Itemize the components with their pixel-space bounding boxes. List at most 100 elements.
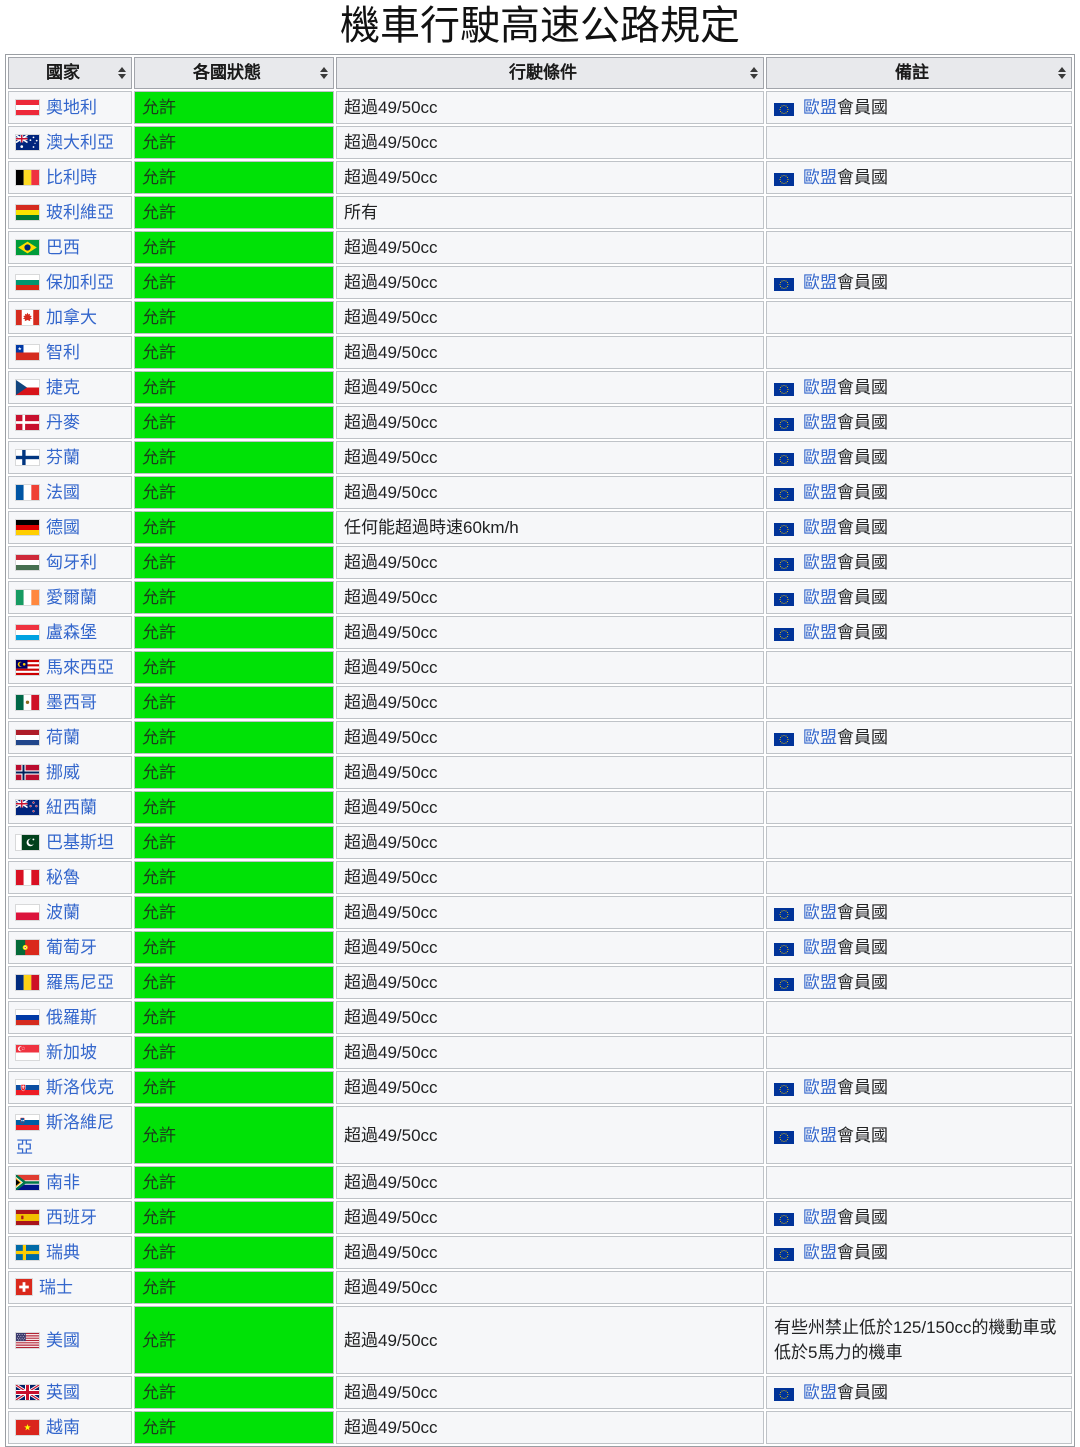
sort-icon[interactable] (750, 67, 758, 79)
country-link[interactable]: 新加坡 (46, 1043, 97, 1062)
country-link[interactable]: 加拿大 (46, 308, 97, 327)
note-cell (766, 126, 1072, 159)
eu-link[interactable]: 歐盟 (803, 588, 837, 607)
country-cell: 羅馬尼亞 (8, 966, 132, 999)
condition-cell: 超過49/50cc (336, 546, 764, 579)
condition-cell: 超過49/50cc (336, 1376, 764, 1409)
country-link[interactable]: 馬來西亞 (46, 658, 114, 677)
eu-flag-icon (774, 908, 796, 921)
country-link[interactable]: 美國 (46, 1331, 80, 1350)
country-link[interactable]: 羅馬尼亞 (46, 973, 114, 992)
country-link[interactable]: 捷克 (46, 378, 80, 397)
country-link[interactable]: 澳大利亞 (46, 133, 114, 152)
eu-note-suffix: 會員國 (837, 553, 888, 572)
country-cell: 芬蘭 (8, 441, 132, 474)
country-link[interactable]: 墨西哥 (46, 693, 97, 712)
country-link[interactable]: 葡萄牙 (46, 938, 97, 957)
eu-link[interactable]: 歐盟 (803, 1243, 837, 1262)
country-link[interactable]: 越南 (46, 1418, 80, 1437)
note-cell: 歐盟會員國 (766, 581, 1072, 614)
note-cell: 歐盟會員國 (766, 371, 1072, 404)
eu-link[interactable]: 歐盟 (803, 553, 837, 572)
eu-link[interactable]: 歐盟 (803, 448, 837, 467)
condition-cell: 超過49/50cc (336, 126, 764, 159)
eu-link[interactable]: 歐盟 (803, 1383, 837, 1402)
country-link[interactable]: 荷蘭 (46, 728, 80, 747)
country-link[interactable]: 英國 (46, 1383, 80, 1402)
country-cell: 斯洛伐克 (8, 1071, 132, 1104)
eu-link[interactable]: 歐盟 (803, 623, 837, 642)
eu-link[interactable]: 歐盟 (803, 973, 837, 992)
country-link[interactable]: 南非 (46, 1173, 80, 1192)
country-link[interactable]: 斯洛伐克 (46, 1078, 114, 1097)
country-link[interactable]: 玻利維亞 (46, 203, 114, 222)
eu-flag-icon (774, 593, 796, 606)
country-link[interactable]: 愛爾蘭 (46, 588, 97, 607)
eu-link[interactable]: 歐盟 (803, 98, 837, 117)
country-cell: 越南 (8, 1411, 132, 1444)
country-link[interactable]: 瑞典 (46, 1243, 80, 1262)
eu-note-suffix: 會員國 (837, 448, 888, 467)
country-link[interactable]: 奧地利 (46, 98, 97, 117)
sort-icon[interactable] (320, 67, 328, 79)
country-link[interactable]: 瑞士 (39, 1278, 73, 1297)
country-link[interactable]: 德國 (46, 518, 80, 537)
flag-fi-icon (16, 450, 39, 465)
header-country[interactable]: 國家 (8, 57, 132, 89)
header-status[interactable]: 各國狀態 (134, 57, 334, 89)
header-remarks[interactable]: 備註 (766, 57, 1072, 89)
country-link[interactable]: 盧森堡 (46, 623, 97, 642)
country-link[interactable]: 挪威 (46, 763, 80, 782)
country-link[interactable]: 保加利亞 (46, 273, 114, 292)
status-cell: 允許 (134, 791, 334, 824)
eu-link[interactable]: 歐盟 (803, 378, 837, 397)
eu-link[interactable]: 歐盟 (803, 728, 837, 747)
eu-link[interactable]: 歐盟 (803, 168, 837, 187)
eu-link[interactable]: 歐盟 (803, 1208, 837, 1227)
country-cell: 保加利亞 (8, 266, 132, 299)
status-cell: 允許 (134, 546, 334, 579)
table-row: 芬蘭允許超過49/50cc歐盟會員國 (8, 441, 1072, 474)
country-link[interactable]: 智利 (46, 343, 80, 362)
country-cell: 新加坡 (8, 1036, 132, 1069)
status-cell: 允許 (134, 511, 334, 544)
country-link[interactable]: 法國 (46, 483, 80, 502)
table-row: 玻利維亞允許所有 (8, 196, 1072, 229)
condition-cell: 超過49/50cc (336, 1036, 764, 1069)
country-link[interactable]: 俄羅斯 (46, 1008, 97, 1027)
condition-cell: 超過49/50cc (336, 966, 764, 999)
eu-note-suffix: 會員國 (837, 1208, 888, 1227)
sort-icon[interactable] (118, 67, 126, 79)
eu-flag-icon (774, 488, 796, 501)
country-link[interactable]: 波蘭 (46, 903, 80, 922)
note-cell (766, 651, 1072, 684)
country-link[interactable]: 匈牙利 (46, 553, 97, 572)
country-cell: 加拿大 (8, 301, 132, 334)
country-link[interactable]: 紐西蘭 (46, 798, 97, 817)
eu-link[interactable]: 歐盟 (803, 518, 837, 537)
country-link[interactable]: 巴基斯坦 (46, 833, 114, 852)
table-row: 新加坡允許超過49/50cc (8, 1036, 1072, 1069)
sort-icon[interactable] (1058, 67, 1066, 79)
country-link[interactable]: 巴西 (46, 238, 80, 257)
eu-flag-icon (774, 173, 796, 186)
country-link[interactable]: 西班牙 (46, 1208, 97, 1227)
eu-link[interactable]: 歐盟 (803, 1126, 837, 1145)
header-condition[interactable]: 行駛條件 (336, 57, 764, 89)
country-link[interactable]: 丹麥 (46, 413, 80, 432)
eu-flag-icon (774, 1388, 796, 1401)
flag-cl-icon (16, 345, 39, 360)
eu-link[interactable]: 歐盟 (803, 938, 837, 957)
status-cell: 允許 (134, 371, 334, 404)
note-cell (766, 1001, 1072, 1034)
eu-link[interactable]: 歐盟 (803, 1078, 837, 1097)
country-cell: 西班牙 (8, 1201, 132, 1234)
country-link[interactable]: 芬蘭 (46, 448, 80, 467)
eu-link[interactable]: 歐盟 (803, 413, 837, 432)
country-link[interactable]: 秘魯 (46, 868, 80, 887)
country-link[interactable]: 比利時 (46, 168, 97, 187)
eu-link[interactable]: 歐盟 (803, 903, 837, 922)
eu-flag-icon (774, 523, 796, 536)
eu-link[interactable]: 歐盟 (803, 483, 837, 502)
eu-link[interactable]: 歐盟 (803, 273, 837, 292)
